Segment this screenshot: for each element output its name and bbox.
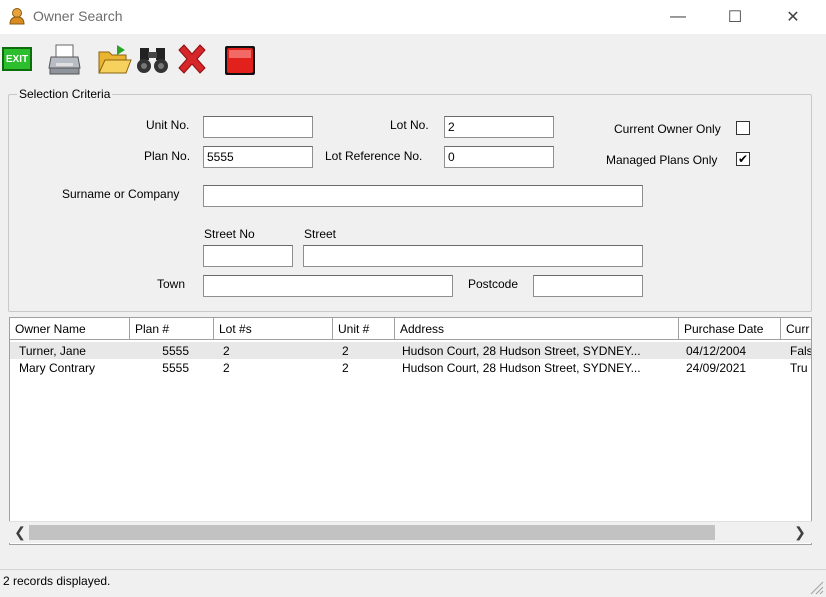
- current-owner-checkbox[interactable]: [736, 121, 750, 135]
- lot-reference-input[interactable]: [444, 146, 554, 168]
- column-header-current[interactable]: Curr: [781, 318, 811, 340]
- plan-no-label: Plan No.: [144, 149, 191, 163]
- column-header-plan[interactable]: Plan #: [130, 318, 214, 340]
- stop-button[interactable]: [222, 42, 258, 78]
- lot-no-input[interactable]: [444, 116, 554, 138]
- scroll-right-icon[interactable]: ❯: [790, 521, 810, 543]
- column-header-address[interactable]: Address: [395, 318, 679, 340]
- unit-no-input[interactable]: [203, 116, 313, 138]
- column-header-owner-name[interactable]: Owner Name: [10, 318, 130, 340]
- town-input[interactable]: [203, 275, 453, 297]
- cell-current: Fals: [790, 344, 812, 358]
- status-text: 2 records displayed.: [3, 574, 111, 588]
- checkmark-icon: ✔: [737, 152, 749, 166]
- maximize-button[interactable]: ☐: [712, 0, 758, 34]
- managed-plans-label: Managed Plans Only: [606, 153, 718, 167]
- column-header-unit[interactable]: Unit #: [333, 318, 395, 340]
- status-bar: [0, 569, 826, 597]
- title-bar: [0, 0, 826, 34]
- window-title: Owner Search: [33, 8, 123, 24]
- printer-icon: [48, 44, 81, 75]
- results-table[interactable]: Owner Name Plan # Lot #s Unit # Address …: [9, 317, 812, 545]
- street-no-label: Street No: [204, 227, 255, 241]
- exit-icon: EXIT: [2, 47, 32, 71]
- exit-button[interactable]: EXIT: [0, 42, 36, 78]
- stop-icon: [225, 46, 255, 75]
- open-folder-icon: [98, 45, 132, 74]
- scroll-left-icon[interactable]: ❮: [10, 521, 30, 543]
- cell-plan: 5555: [162, 361, 189, 375]
- selection-criteria-title: Selection Criteria: [17, 87, 113, 101]
- street-no-input[interactable]: [203, 245, 293, 267]
- table-row[interactable]: Mary Contrary 5555 2 2 Hudson Court, 28 …: [10, 359, 811, 376]
- street-input[interactable]: [303, 245, 643, 267]
- surname-company-input[interactable]: [203, 185, 643, 207]
- lot-reference-label: Lot Reference No.: [325, 149, 423, 163]
- postcode-label: Postcode: [468, 277, 519, 291]
- lot-no-label: Lot No.: [390, 118, 429, 132]
- cell-address: Hudson Court, 28 Hudson Street, SYDNEY..…: [402, 361, 641, 375]
- cell-purchase-date: 04/12/2004: [686, 344, 747, 358]
- cell-lots: 2: [223, 344, 230, 358]
- resize-grip-icon[interactable]: [808, 579, 824, 595]
- cell-lots: 2: [223, 361, 230, 375]
- postcode-input[interactable]: [533, 275, 643, 297]
- close-window-button[interactable]: ✕: [770, 0, 816, 34]
- street-label: Street: [304, 227, 337, 241]
- column-header-lots[interactable]: Lot #s: [214, 318, 333, 340]
- cell-unit: 2: [342, 344, 349, 358]
- open-button[interactable]: [96, 42, 132, 78]
- town-label: Town: [157, 277, 186, 291]
- cell-owner-name: Turner, Jane: [19, 344, 86, 358]
- binoculars-icon: [137, 48, 168, 73]
- surname-company-label: Surname or Company: [62, 187, 180, 201]
- print-button[interactable]: [47, 42, 83, 78]
- cell-purchase-date: 24/09/2021: [686, 361, 747, 375]
- red-x-icon: [178, 44, 206, 74]
- scrollbar-thumb[interactable]: [29, 525, 715, 540]
- cell-plan: 5555: [162, 344, 189, 358]
- minimize-button[interactable]: —: [655, 0, 701, 34]
- cell-owner-name: Mary Contrary: [19, 361, 96, 375]
- plan-no-input[interactable]: [203, 146, 313, 168]
- current-owner-label: Current Owner Only: [614, 122, 721, 136]
- table-row[interactable]: Turner, Jane 5555 2 2 Hudson Court, 28 H…: [10, 342, 812, 359]
- cell-current: Tru: [790, 361, 808, 375]
- clear-button[interactable]: [174, 42, 210, 78]
- column-header-purchase-date[interactable]: Purchase Date: [679, 318, 781, 340]
- cell-address: Hudson Court, 28 Hudson Street, SYDNEY..…: [402, 344, 641, 358]
- find-button[interactable]: [135, 42, 171, 78]
- unit-no-label: Unit No.: [146, 118, 190, 132]
- owner-person-icon: [9, 8, 25, 25]
- cell-unit: 2: [342, 361, 349, 375]
- managed-plans-checkbox[interactable]: ✔: [736, 152, 750, 166]
